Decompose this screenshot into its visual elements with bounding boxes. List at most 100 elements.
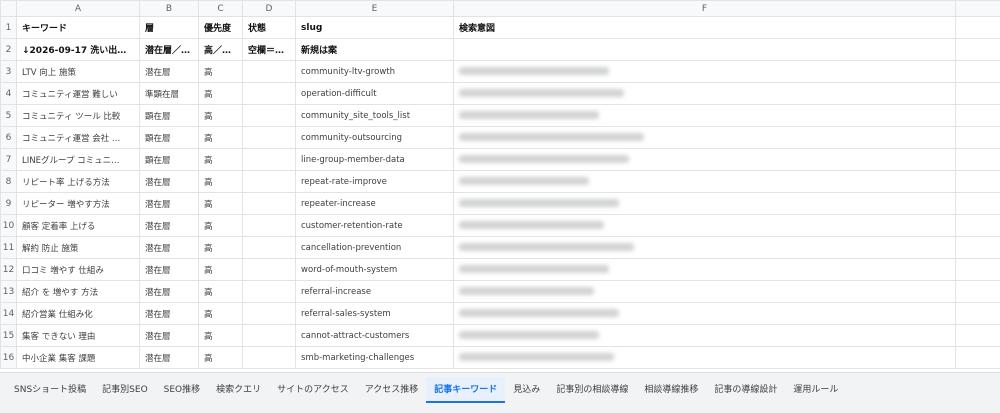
cell-intent-redacted[interactable] <box>453 104 956 127</box>
sheet-tab[interactable]: 記事の導線設計 <box>706 377 785 403</box>
cell-slug[interactable]: community_site_tools_list <box>295 104 454 127</box>
sheet-tab[interactable]: 見込み <box>505 377 548 403</box>
sheet-tab[interactable]: 検索クエリ <box>208 377 269 403</box>
cell-layer[interactable]: 潜在層 <box>139 258 199 281</box>
cell-keyword[interactable]: コミュニティ ツール 比較 <box>16 104 140 127</box>
cell-status[interactable] <box>242 82 296 105</box>
cell-empty[interactable] <box>955 170 1000 193</box>
cell-layer[interactable]: 潜在層 <box>139 170 199 193</box>
cell-slug[interactable]: referral-increase <box>295 280 454 303</box>
cell-status[interactable] <box>242 258 296 281</box>
cell-priority[interactable]: 高 <box>198 104 243 127</box>
row-number[interactable]: 12 <box>0 258 17 281</box>
cell-empty[interactable] <box>955 302 1000 325</box>
spreadsheet-grid[interactable]: A B C D E F 1 キーワード 層 優先度 状態 slug 検索意図 2… <box>0 0 1000 369</box>
sheet-tab[interactable]: アクセス推移 <box>357 377 427 403</box>
row-number[interactable]: 6 <box>0 126 17 149</box>
cell-empty[interactable] <box>955 16 1000 39</box>
cell-keyword[interactable]: LINEグループ コミュニ… <box>16 148 140 171</box>
cell-layer[interactable]: 潜在層 <box>139 236 199 259</box>
sheet-tab[interactable]: 記事別SEO <box>94 377 155 403</box>
row-number[interactable]: 14 <box>0 302 17 325</box>
column-header-e[interactable]: E <box>295 0 454 17</box>
row-number[interactable]: 3 <box>0 60 17 83</box>
cell-priority[interactable]: 高 <box>198 82 243 105</box>
cell-status[interactable] <box>242 60 296 83</box>
cell-keyword-note[interactable]: ↓2026-09-17 洗い出… <box>16 38 140 61</box>
cell-keyword[interactable]: 紹介営業 仕組み化 <box>16 302 140 325</box>
sheet-tab[interactable]: SEO推移 <box>156 377 208 403</box>
cell-priority[interactable]: 高 <box>198 60 243 83</box>
cell-status-header[interactable]: 状態 <box>242 16 296 39</box>
cell-layer[interactable]: 顕在層 <box>139 126 199 149</box>
cell-layer[interactable]: 顕在層 <box>139 104 199 127</box>
row-number[interactable]: 8 <box>0 170 17 193</box>
cell-priority-header[interactable]: 優先度 <box>198 16 243 39</box>
cell-status[interactable] <box>242 170 296 193</box>
cell-layer[interactable]: 潜在層 <box>139 346 199 369</box>
cell-keyword[interactable]: 口コミ 増やす 仕組み <box>16 258 140 281</box>
cell-priority[interactable]: 高 <box>198 324 243 347</box>
cell-slug[interactable]: word-of-mouth-system <box>295 258 454 281</box>
sheet-tab[interactable]: 記事キーワード <box>426 377 506 403</box>
cell-status[interactable] <box>242 236 296 259</box>
cell-intent-note[interactable] <box>453 38 956 61</box>
row-number[interactable]: 16 <box>0 346 17 369</box>
cell-empty[interactable] <box>955 148 1000 171</box>
cell-empty[interactable] <box>955 324 1000 347</box>
cell-empty[interactable] <box>955 258 1000 281</box>
cell-priority[interactable]: 高 <box>198 236 243 259</box>
cell-priority-note[interactable]: 高／… <box>198 38 243 61</box>
cell-priority[interactable]: 高 <box>198 258 243 281</box>
cell-intent-redacted[interactable] <box>453 60 956 83</box>
column-header-d[interactable]: D <box>242 0 296 17</box>
cell-intent-redacted[interactable] <box>453 170 956 193</box>
cell-intent-redacted[interactable] <box>453 302 956 325</box>
column-header-b[interactable]: B <box>139 0 199 17</box>
cell-keyword[interactable]: リピート率 上げる方法 <box>16 170 140 193</box>
cell-status[interactable] <box>242 126 296 149</box>
cell-intent-redacted[interactable] <box>453 280 956 303</box>
cell-layer[interactable]: 潜在層 <box>139 324 199 347</box>
cell-status[interactable] <box>242 104 296 127</box>
row-number[interactable]: 5 <box>0 104 17 127</box>
sheet-tab[interactable]: SNSショート投稿 <box>6 377 94 403</box>
cell-slug[interactable]: cancellation-prevention <box>295 236 454 259</box>
cell-empty[interactable] <box>955 60 1000 83</box>
sheet-tab[interactable]: 相談導線推移 <box>636 377 706 403</box>
row-number[interactable]: 2 <box>0 38 17 61</box>
row-number[interactable]: 10 <box>0 214 17 237</box>
cell-keyword[interactable]: 解約 防止 施策 <box>16 236 140 259</box>
row-number[interactable]: 1 <box>0 16 17 39</box>
cell-keyword[interactable]: 集客 できない 理由 <box>16 324 140 347</box>
cell-empty[interactable] <box>955 104 1000 127</box>
cell-layer[interactable]: 潜在層 <box>139 280 199 303</box>
cell-slug[interactable]: repeat-rate-improve <box>295 170 454 193</box>
cell-keyword[interactable]: コミュニティ運営 会社 … <box>16 126 140 149</box>
column-header-extra[interactable] <box>955 0 1000 17</box>
cell-priority[interactable]: 高 <box>198 148 243 171</box>
cell-intent-redacted[interactable] <box>453 126 956 149</box>
row-number[interactable]: 9 <box>0 192 17 215</box>
cell-layer[interactable]: 潜在層 <box>139 214 199 237</box>
cell-slug[interactable]: referral-sales-system <box>295 302 454 325</box>
cell-slug[interactable]: cannot-attract-customers <box>295 324 454 347</box>
sheet-tab[interactable]: 記事別の相談導線 <box>548 377 636 403</box>
cell-empty[interactable] <box>955 82 1000 105</box>
cell-status[interactable] <box>242 324 296 347</box>
column-header-c[interactable]: C <box>198 0 243 17</box>
sheet-tab[interactable]: 運用ルール <box>785 377 846 403</box>
cell-layer-note[interactable]: 潜在層／… <box>139 38 199 61</box>
cell-status[interactable] <box>242 192 296 215</box>
cell-slug[interactable]: operation-difficult <box>295 82 454 105</box>
cell-priority[interactable]: 高 <box>198 192 243 215</box>
cell-empty[interactable] <box>955 192 1000 215</box>
cell-priority[interactable]: 高 <box>198 170 243 193</box>
cell-layer[interactable]: 顕在層 <box>139 148 199 171</box>
sheet-tab[interactable]: サイトのアクセス <box>269 377 357 403</box>
cell-intent-redacted[interactable] <box>453 192 956 215</box>
cell-keyword[interactable]: LTV 向上 施策 <box>16 60 140 83</box>
row-number[interactable]: 7 <box>0 148 17 171</box>
cell-keyword[interactable]: 紹介 を 増やす 方法 <box>16 280 140 303</box>
cell-keyword[interactable]: リピーター 増やす方法 <box>16 192 140 215</box>
